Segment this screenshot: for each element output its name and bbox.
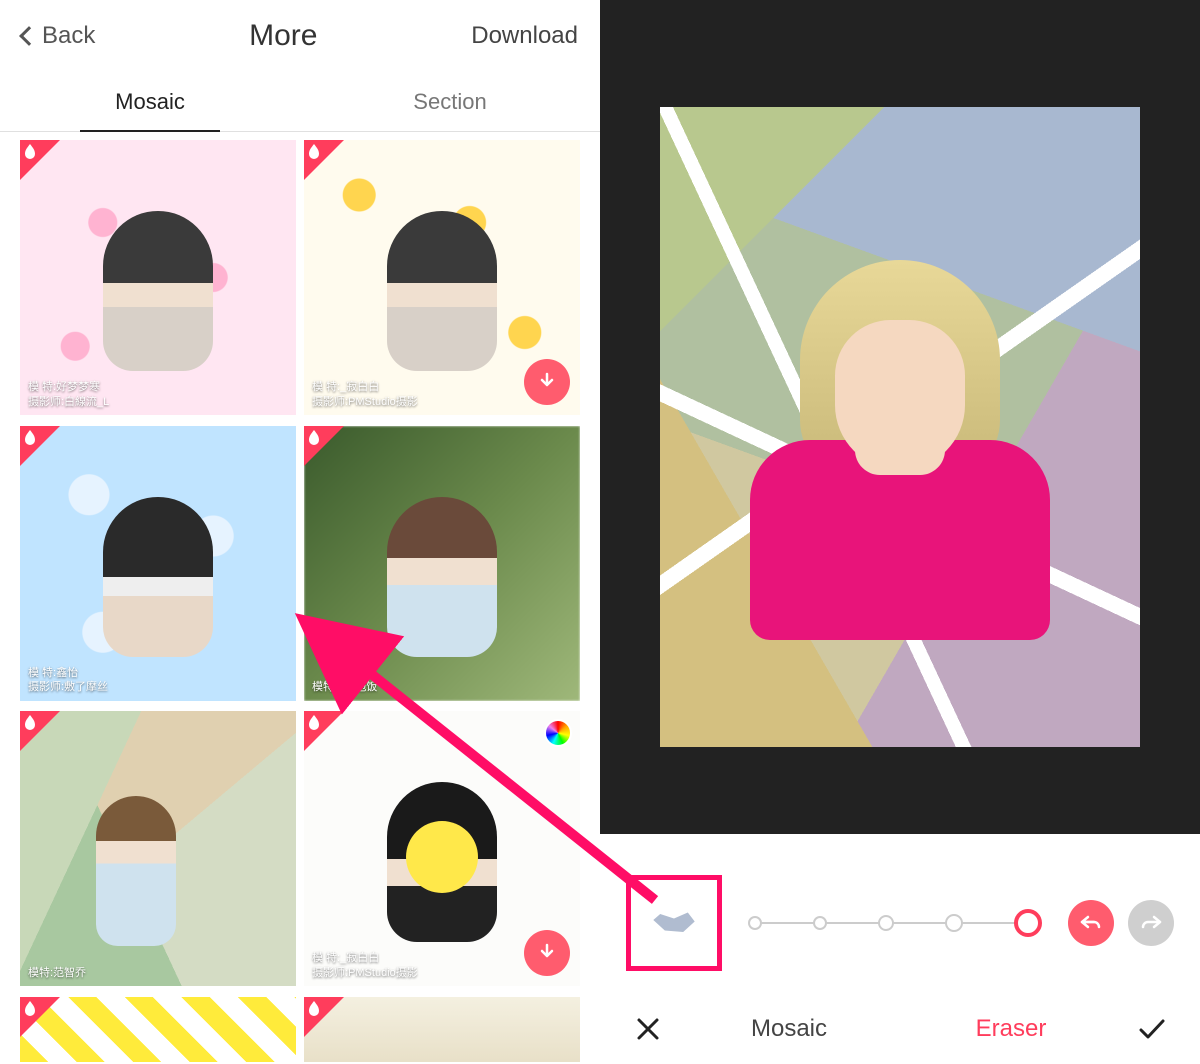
pattern-swatch[interactable] [626,875,722,971]
thumbnail-image [387,497,497,657]
hot-badge [304,711,344,751]
template-tile[interactable]: 模特:范智乔 [20,711,296,986]
template-tile[interactable] [20,997,296,1062]
hot-badge [20,426,60,466]
template-tile[interactable] [304,997,580,1062]
template-tile[interactable]: 模 特:好梦梦寒 摄影师:白線流_L [20,140,296,415]
redo-button[interactable] [1128,900,1174,946]
hot-badge [20,140,60,180]
editor-screen: Mosaic Eraser [600,0,1200,1064]
download-badge[interactable] [524,359,570,405]
history-actions [1068,900,1174,946]
editor-tabs: Mosaic Eraser [600,994,1200,1064]
brush-toolbar [600,834,1200,994]
thumbnail-image [96,796,176,946]
page-title: More [249,19,317,53]
photo-subject [750,260,1050,620]
hot-badge [20,711,60,751]
hot-badge [304,997,344,1037]
template-picker-screen: Back More Download Mosaic Section 模 特:好梦… [0,0,600,1064]
template-tile[interactable]: 模特:___泡饭 [304,426,580,701]
hot-badge [304,140,344,180]
tab-section[interactable]: Section [300,72,600,131]
brush-size-option[interactable] [945,914,963,932]
template-tile[interactable]: 模 特:鑫怡 摄影师:敷了摩丝 [20,426,296,701]
category-tabs: Mosaic Section [0,72,600,132]
template-grid: 模 特:好梦梦寒 摄影师:白線流_L 模 特:_寂白白 摄影师:PMStudio… [0,132,600,1064]
brush-size-option[interactable] [878,915,894,931]
thumbnail-image [387,211,497,371]
undo-button[interactable] [1068,900,1114,946]
color-wheel-icon [544,719,572,747]
edited-photo [660,107,1140,747]
brush-size-option[interactable] [748,916,762,930]
brush-size-option[interactable] [813,916,827,930]
thumbnail-image [304,997,580,1062]
tab-mosaic[interactable]: Mosaic [688,1015,890,1043]
template-tile[interactable]: 模 特:_寂白白 摄影师:PMStudio摄影 [304,711,580,986]
hot-badge [20,997,60,1037]
download-button[interactable]: Download [471,22,578,50]
hot-badge [304,426,344,466]
chevron-left-icon [19,26,39,46]
cancel-button[interactable] [628,1009,668,1049]
canvas[interactable] [600,0,1200,834]
brush-stroke-icon [651,908,697,938]
tab-mosaic[interactable]: Mosaic [0,72,300,131]
thumbnail-image [20,997,296,1062]
template-tile[interactable]: 模 特:_寂白白 摄影师:PMStudio摄影 [304,140,580,415]
thumbnail-image [103,497,213,657]
thumbnail-image [406,821,478,893]
thumbnail-image [103,211,213,371]
tab-eraser[interactable]: Eraser [910,1015,1112,1043]
download-badge[interactable] [524,930,570,976]
header: Back More Download [0,0,600,72]
back-button[interactable]: Back [22,22,95,50]
brush-size-stepper[interactable] [748,908,1042,938]
brush-size-option-selected[interactable] [1014,909,1042,937]
confirm-button[interactable] [1132,1009,1172,1049]
back-label: Back [42,22,95,50]
